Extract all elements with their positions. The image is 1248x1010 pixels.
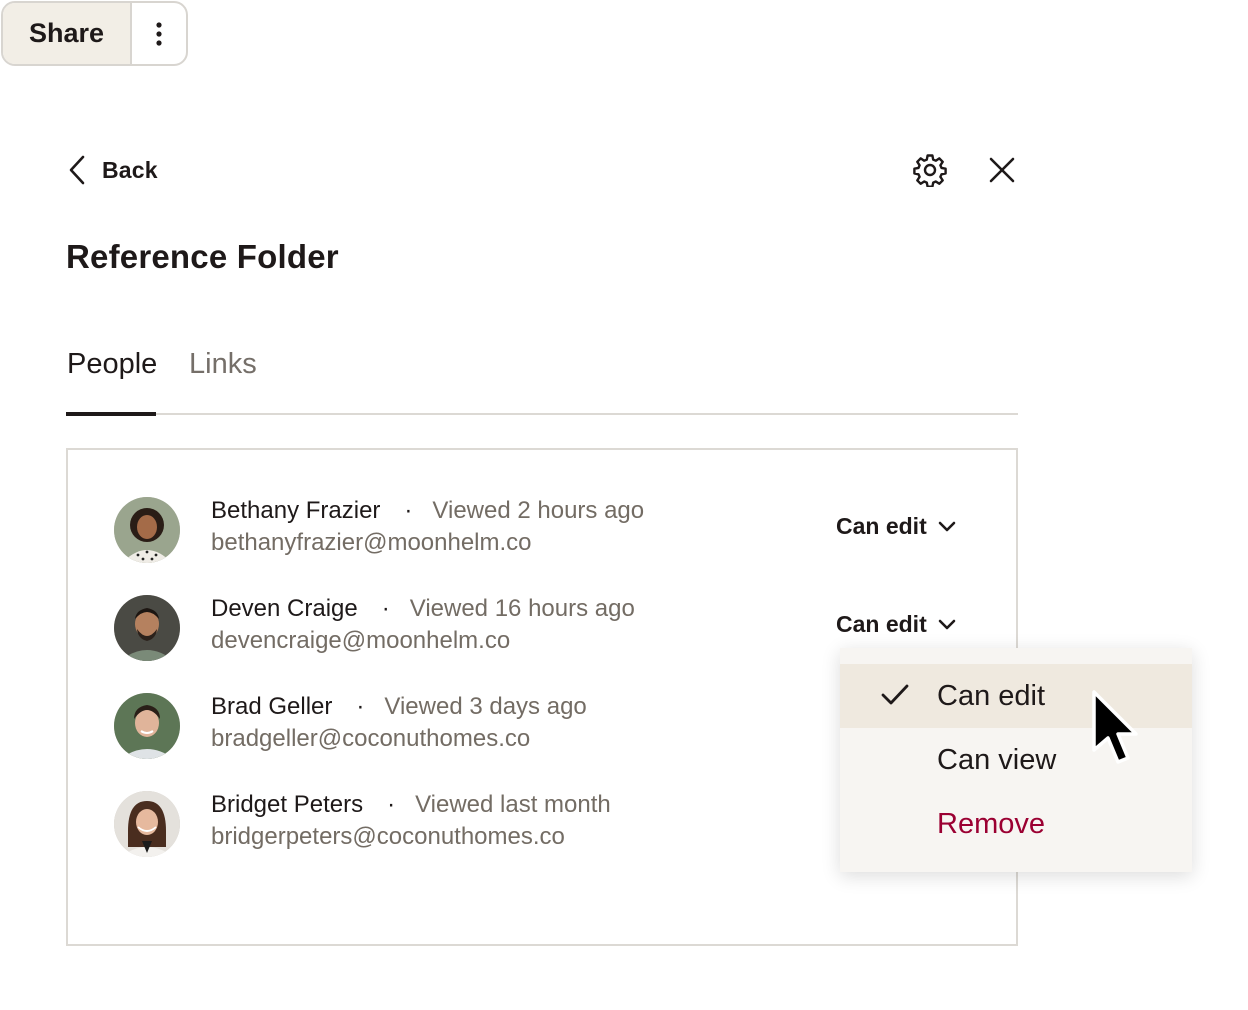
person-email: devencraige@moonhelm.co xyxy=(211,627,511,654)
close-button[interactable] xyxy=(982,150,1022,190)
avatar xyxy=(114,693,180,759)
person-name: Bridget Peters xyxy=(211,791,364,818)
gear-icon xyxy=(913,154,947,187)
avatar xyxy=(114,595,180,661)
chevron-left-icon xyxy=(69,155,85,185)
separator: · xyxy=(381,595,390,622)
share-button[interactable]: Share xyxy=(3,3,132,64)
person-name-line: Brad Geller · Viewed 3 days ago xyxy=(211,693,587,721)
tab-links-label: Links xyxy=(189,348,257,380)
menu-item-remove[interactable]: Remove xyxy=(840,792,1192,856)
permission-label: Can edit xyxy=(836,611,927,637)
share-button-group: Share xyxy=(1,1,188,66)
more-options-button[interactable] xyxy=(132,3,186,64)
menu-item-label: Remove xyxy=(937,807,1045,840)
chevron-down-icon xyxy=(938,521,956,531)
person-email: bethanyfrazier@moonhelm.co xyxy=(211,529,532,556)
menu-item-label: Can view xyxy=(937,743,1057,776)
person-name-line: Bethany Frazier · Viewed 2 hours ago xyxy=(211,497,644,525)
page-title: Reference Folder xyxy=(66,238,339,275)
person-name: Brad Geller xyxy=(211,693,333,720)
viewed-status: Viewed 3 days ago xyxy=(384,693,587,720)
permission-dropdown[interactable]: Can edit xyxy=(836,611,957,638)
chevron-down-icon xyxy=(938,619,956,629)
person-name-line: Bridget Peters · Viewed last month xyxy=(211,791,611,819)
settings-button[interactable] xyxy=(910,150,950,190)
viewed-status: Viewed 16 hours ago xyxy=(409,595,635,622)
back-label: Back xyxy=(102,156,158,183)
tab-people[interactable]: People xyxy=(67,348,157,381)
tab-people-label: People xyxy=(67,348,158,380)
viewed-status: Viewed last month xyxy=(415,791,611,818)
person-email: bradgeller@coconuthomes.co xyxy=(211,725,531,752)
permission-dropdown[interactable]: Can edit xyxy=(836,513,957,540)
mouse-cursor-icon xyxy=(1092,690,1138,764)
separator: · xyxy=(387,791,396,818)
back-button[interactable]: Back xyxy=(66,150,158,190)
person-name: Deven Craige xyxy=(211,595,358,622)
tab-bar: People Links xyxy=(66,340,1018,416)
separator: · xyxy=(356,693,365,720)
close-icon xyxy=(989,157,1015,183)
person-name: Bethany Frazier xyxy=(211,497,381,524)
tab-links[interactable]: Links xyxy=(189,348,257,381)
viewed-status: Viewed 2 hours ago xyxy=(432,497,645,524)
separator: · xyxy=(404,497,413,524)
vertical-dots-icon xyxy=(156,21,162,46)
active-tab-indicator xyxy=(66,412,156,416)
permission-label: Can edit xyxy=(836,513,927,539)
avatar xyxy=(114,497,180,563)
list-item: Bethany Frazier · Viewed 2 hours ago betha… xyxy=(114,497,994,567)
tab-divider xyxy=(66,413,1018,415)
person-name-line: Deven Craige · Viewed 16 hours ago xyxy=(211,595,635,623)
avatar xyxy=(114,791,180,857)
checkmark-icon xyxy=(881,684,909,705)
menu-item-label: Can edit xyxy=(937,679,1046,712)
person-email: bridgerpeters@coconuthomes.co xyxy=(211,823,565,850)
